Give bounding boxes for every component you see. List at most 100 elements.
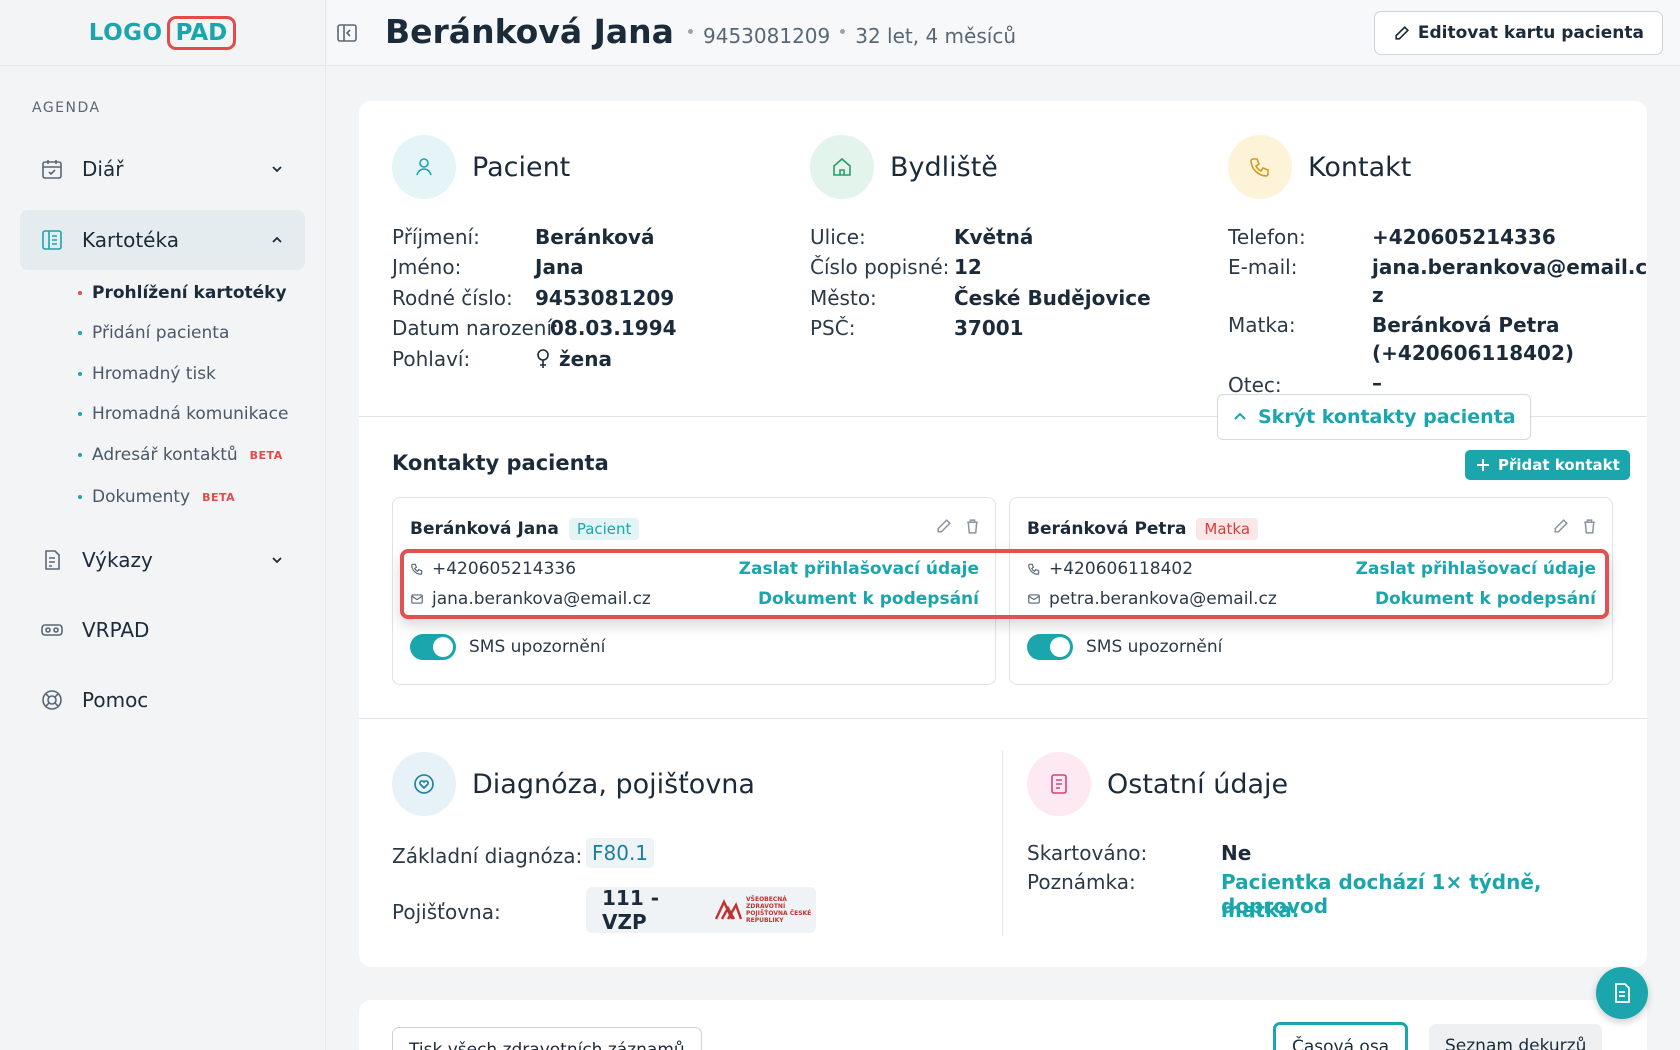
plus-icon bbox=[1477, 459, 1489, 471]
edit-patient-button[interactable]: Editovat kartu pacienta bbox=[1373, 11, 1663, 55]
sidebar-subitem-pridani[interactable]: Přidání pacienta bbox=[78, 323, 229, 343]
contact-card-name: Beránková Jana Pacient bbox=[410, 518, 640, 540]
field-label: Příjmení: bbox=[392, 225, 480, 249]
beta-badge: BETA bbox=[202, 490, 236, 504]
pencil-icon[interactable] bbox=[1552, 518, 1569, 535]
field-value: České Budějovice bbox=[954, 286, 1151, 310]
contact-phone: +420606118402 bbox=[1049, 559, 1194, 579]
user-icon bbox=[416, 158, 432, 176]
hide-contacts-label: Skrýt kontakty pacienta bbox=[1258, 406, 1516, 428]
sidebar-subitem-komunikace[interactable]: Hromadná komunikace bbox=[78, 404, 288, 424]
timeline-button[interactable]: Časová osa bbox=[1273, 1022, 1409, 1050]
sidebar-subitem-adresar[interactable]: Adresář kontaktů BETA bbox=[78, 445, 283, 465]
sms-toggle[interactable] bbox=[410, 634, 456, 660]
vzp-logo-mark bbox=[714, 899, 742, 920]
contact-card-actions bbox=[1552, 518, 1598, 535]
contact-phone: +420605214336 bbox=[1372, 225, 1556, 249]
sidebar-item-label: Diář bbox=[82, 157, 124, 181]
section-diagnosis-header: Diagnóza, pojišťovna bbox=[392, 752, 755, 816]
sidebar-item-label: Pomoc bbox=[82, 688, 149, 712]
pencil-icon[interactable] bbox=[935, 518, 952, 535]
gender-text: žena bbox=[559, 347, 612, 371]
section-residence-header: Bydliště bbox=[810, 135, 998, 199]
field-label: Město: bbox=[810, 286, 877, 310]
topbar: Beránková Jana 9453081209 32 let, 4 měsí… bbox=[327, 0, 1680, 66]
sidebar-item-label: Kartotéka bbox=[82, 228, 179, 252]
field-label: Poznámka: bbox=[1027, 870, 1136, 894]
contact-phone: +420605214336 bbox=[432, 559, 577, 579]
contact-email: jana.berankova@email.c bbox=[1372, 255, 1648, 279]
vzp-logo-text: VŠEOBECNÁ ZDRAVOTNÍ POJIŠŤOVNA ČESKÉ REP… bbox=[746, 896, 812, 924]
vr-headset-icon bbox=[41, 624, 63, 636]
logo-text-right: PAD bbox=[166, 15, 237, 50]
contact-email-line: jana.berankova@email.cz bbox=[410, 589, 651, 609]
sidebar-item-label: VRPAD bbox=[82, 618, 150, 642]
document-fab-button[interactable] bbox=[1596, 967, 1648, 1019]
sidebar-collapse-icon[interactable] bbox=[335, 21, 359, 45]
contact-phone-line: +420605214336 bbox=[410, 559, 576, 579]
contacts-title: Kontakty pacienta bbox=[392, 451, 609, 475]
section-label-agenda: AGENDA bbox=[32, 100, 101, 116]
chevron-down-icon bbox=[272, 557, 282, 564]
chevron-up-icon bbox=[272, 236, 282, 243]
section-contact-header: Kontakt bbox=[1228, 135, 1411, 199]
sidebar-item-vrpad[interactable]: VRPAD bbox=[20, 600, 305, 660]
residence-icon-circle bbox=[810, 135, 874, 199]
logo[interactable]: LOGO PAD bbox=[0, 0, 325, 66]
section-title: Bydliště bbox=[890, 151, 998, 183]
divider bbox=[359, 718, 1647, 719]
sidebar-item-kartoteka[interactable]: Kartotéka bbox=[20, 210, 305, 270]
add-contact-button[interactable]: Přidat kontakt bbox=[1465, 450, 1630, 480]
patient-meta: 9453081209 32 let, 4 měsíců bbox=[678, 24, 1016, 48]
contact-father: – bbox=[1372, 371, 1382, 395]
sign-document-link[interactable]: Dokument k podepsání bbox=[758, 589, 979, 609]
trash-icon[interactable] bbox=[964, 518, 981, 535]
sidebar-subitem-dokumenty[interactable]: Dokumenty BETA bbox=[78, 487, 235, 507]
sidebar-subitem-tisk[interactable]: Hromadný tisk bbox=[78, 364, 216, 384]
chevron-down-icon bbox=[272, 166, 282, 173]
send-credentials-link[interactable]: Zaslat přihlašovací údaje bbox=[1356, 559, 1596, 579]
calendar-icon bbox=[42, 160, 62, 179]
sign-document-link[interactable]: Dokument k podepsání bbox=[1375, 589, 1596, 609]
send-credentials-link[interactable]: Zaslat přihlašovací údaje bbox=[739, 559, 979, 579]
section-other-header: Ostatní údaje bbox=[1027, 752, 1288, 816]
note-value-wrap: matka. bbox=[1221, 898, 1300, 922]
page-title: Beránková Jana bbox=[385, 12, 674, 51]
sms-label: SMS upozornění bbox=[1086, 637, 1223, 657]
field-label: Pohlaví: bbox=[392, 347, 471, 371]
section-title: Pacient bbox=[472, 151, 571, 183]
add-contact-label: Přidat kontakt bbox=[1498, 456, 1620, 474]
sidebar-item-diar[interactable]: Diář bbox=[20, 139, 305, 199]
phone-icon bbox=[1028, 563, 1040, 575]
decursus-list-button[interactable]: Seznam dekurzů bbox=[1429, 1024, 1603, 1050]
field-label: Telefon: bbox=[1228, 225, 1306, 249]
diagnosis-code: F80.1 bbox=[586, 838, 655, 868]
book-icon bbox=[42, 230, 62, 250]
document-icon bbox=[1615, 983, 1630, 1003]
sidebar-item-label: Výkazy bbox=[82, 548, 153, 572]
contact-card: Beránková Petra Matka +420606118402 Zasl… bbox=[1009, 497, 1613, 685]
logo-text-left: LOGO bbox=[88, 19, 163, 46]
contact-mother: Beránková Petra bbox=[1372, 313, 1560, 337]
sms-toggle[interactable] bbox=[1027, 634, 1073, 660]
pencil-icon bbox=[1395, 25, 1409, 40]
gender-value: žena bbox=[535, 347, 612, 371]
field-value: 37001 bbox=[954, 316, 1024, 340]
section-title: Ostatní údaje bbox=[1107, 768, 1289, 800]
report-icon bbox=[45, 550, 60, 570]
patient-icon-circle bbox=[392, 135, 456, 199]
contact-card: Beránková Jana Pacient +420605214336 Zas… bbox=[392, 497, 996, 685]
trash-icon[interactable] bbox=[1581, 518, 1598, 535]
field-label: Skartováno: bbox=[1027, 841, 1148, 865]
print-all-records-button[interactable]: Tisk všech zdravotních záznamů bbox=[392, 1027, 702, 1050]
subitem-label: Prohlížení kartotéky bbox=[92, 283, 287, 303]
field-label: E-mail: bbox=[1228, 255, 1298, 279]
subitem-label: Dokumenty bbox=[92, 487, 191, 507]
sidebar-subitem-prohlizeni[interactable]: Prohlížení kartotéky bbox=[78, 283, 287, 303]
sidebar-item-vykazy[interactable]: Výkazy bbox=[20, 530, 305, 590]
sms-label: SMS upozornění bbox=[469, 637, 606, 657]
vzp-logo: VŠEOBECNÁ ZDRAVOTNÍ POJIŠŤOVNA ČESKÉ REP… bbox=[714, 896, 816, 924]
sidebar-item-pomoc[interactable]: Pomoc bbox=[20, 670, 305, 730]
hide-contacts-button[interactable]: Skrýt kontakty pacienta bbox=[1217, 394, 1531, 440]
other-icon-circle bbox=[1027, 752, 1091, 816]
